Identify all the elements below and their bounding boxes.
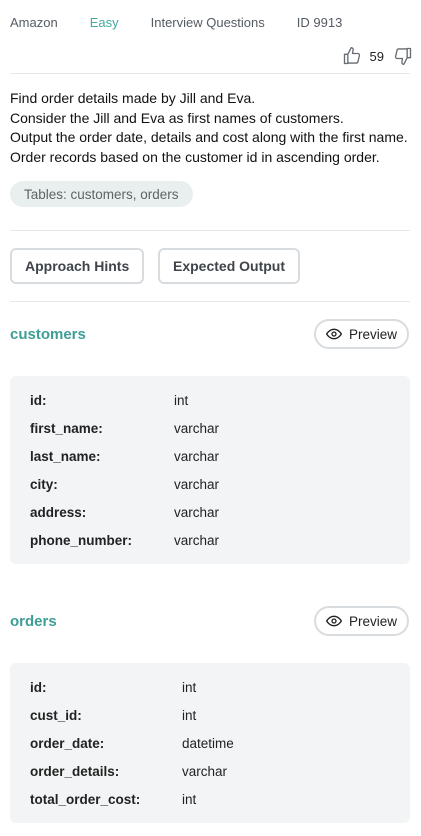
schema-row: cust_id: int <box>30 708 390 724</box>
column-name: first_name: <box>30 421 103 436</box>
column-type: datetime <box>182 736 234 751</box>
description-line: Order records based on the customer id i… <box>10 148 380 165</box>
column-type: int <box>182 680 197 695</box>
divider <box>10 230 410 231</box>
preview-label: Preview <box>348 326 397 342</box>
column-name: cust_id: <box>30 708 82 723</box>
column-type: int <box>182 708 197 723</box>
preview-customers-button[interactable]: Preview <box>314 319 409 349</box>
column-name: id: <box>30 680 47 695</box>
column-name: phone_number: <box>30 533 133 548</box>
column-name: total_order_cost: <box>30 792 141 807</box>
difficulty-label: Easy <box>89 14 119 30</box>
schema-row: address: varchar <box>30 505 390 521</box>
eye-icon <box>325 328 342 340</box>
column-name: city: <box>30 477 58 492</box>
column-type: varchar <box>174 449 220 464</box>
expected-output-button[interactable]: Expected Output <box>158 248 301 284</box>
thumbs-down-icon[interactable] <box>393 46 413 66</box>
tables-chip: Tables: customers, orders <box>10 181 193 207</box>
column-type: int <box>182 792 197 807</box>
preview-label: Preview <box>348 613 397 629</box>
divider <box>10 73 410 74</box>
schema-orders: id: int cust_id: int order_date: datetim… <box>10 663 410 823</box>
description-line: Output the order date, details and cost … <box>10 129 408 146</box>
description-line: Find order details made by Jill and Eva. <box>10 90 256 106</box>
approach-hints-button[interactable]: Approach Hints <box>10 248 145 284</box>
table-title-orders: orders <box>10 613 57 630</box>
column-type: varchar <box>174 505 220 520</box>
column-name: order_details: <box>30 764 120 779</box>
question-description: Find order details made by Jill and Eva.… <box>10 89 413 167</box>
eye-icon <box>325 615 342 627</box>
category-label[interactable]: Interview Questions <box>151 15 265 30</box>
column-type: varchar <box>174 477 220 492</box>
schema-row: order_date: datetime <box>30 736 390 752</box>
schema-row: last_name: varchar <box>30 449 390 465</box>
column-type: varchar <box>174 421 220 436</box>
column-name: order_date: <box>30 736 105 751</box>
preview-orders-button[interactable]: Preview <box>314 606 409 636</box>
column-type: varchar <box>174 533 220 548</box>
schema-row: order_details: varchar <box>30 764 390 780</box>
schema-row: id: int <box>30 393 390 409</box>
company-label[interactable]: Amazon <box>10 15 58 30</box>
column-name: id: <box>30 393 47 408</box>
schema-row: total_order_cost: int <box>30 792 390 808</box>
schema-row: city: varchar <box>30 477 390 493</box>
schema-customers: id: int first_name: varchar last_name: v… <box>10 376 410 564</box>
divider <box>10 301 410 302</box>
column-name: address: <box>30 505 87 520</box>
schema-row: id: int <box>30 680 390 696</box>
schema-row: phone_number: varchar <box>30 533 390 549</box>
column-type: int <box>174 393 189 408</box>
schema-row: first_name: varchar <box>30 421 390 437</box>
column-type: varchar <box>182 764 228 779</box>
vote-count: 59 <box>369 48 384 64</box>
thumbs-up-icon[interactable] <box>342 46 362 66</box>
question-id-label: ID 9913 <box>296 14 343 30</box>
table-title-customers: customers <box>10 326 86 343</box>
description-line: Consider the Jill and Eva as first names… <box>10 109 344 126</box>
vote-controls: 59 <box>342 44 413 68</box>
question-meta: Amazon Easy Interview Questions ID 9913 <box>10 14 411 30</box>
column-name: last_name: <box>30 449 101 464</box>
